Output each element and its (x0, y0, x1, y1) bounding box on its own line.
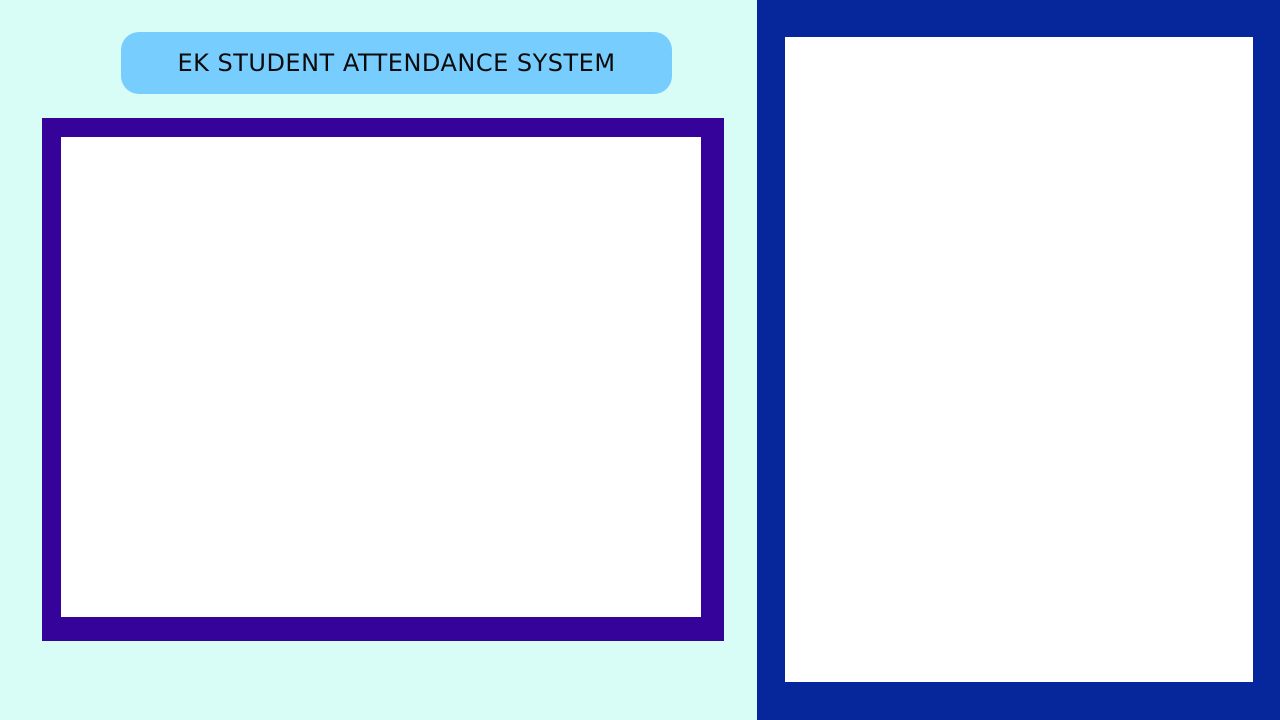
app-window: EK STUDENT ATTENDANCE SYSTEM (0, 0, 1280, 720)
attendance-list-panel[interactable] (785, 37, 1253, 682)
title-banner: EK STUDENT ATTENDANCE SYSTEM (121, 32, 672, 94)
right-pane (757, 0, 1280, 720)
app-title: EK STUDENT ATTENDANCE SYSTEM (177, 49, 616, 77)
camera-feed-view (61, 137, 701, 617)
camera-frame (42, 118, 724, 641)
left-pane: EK STUDENT ATTENDANCE SYSTEM (0, 0, 757, 720)
